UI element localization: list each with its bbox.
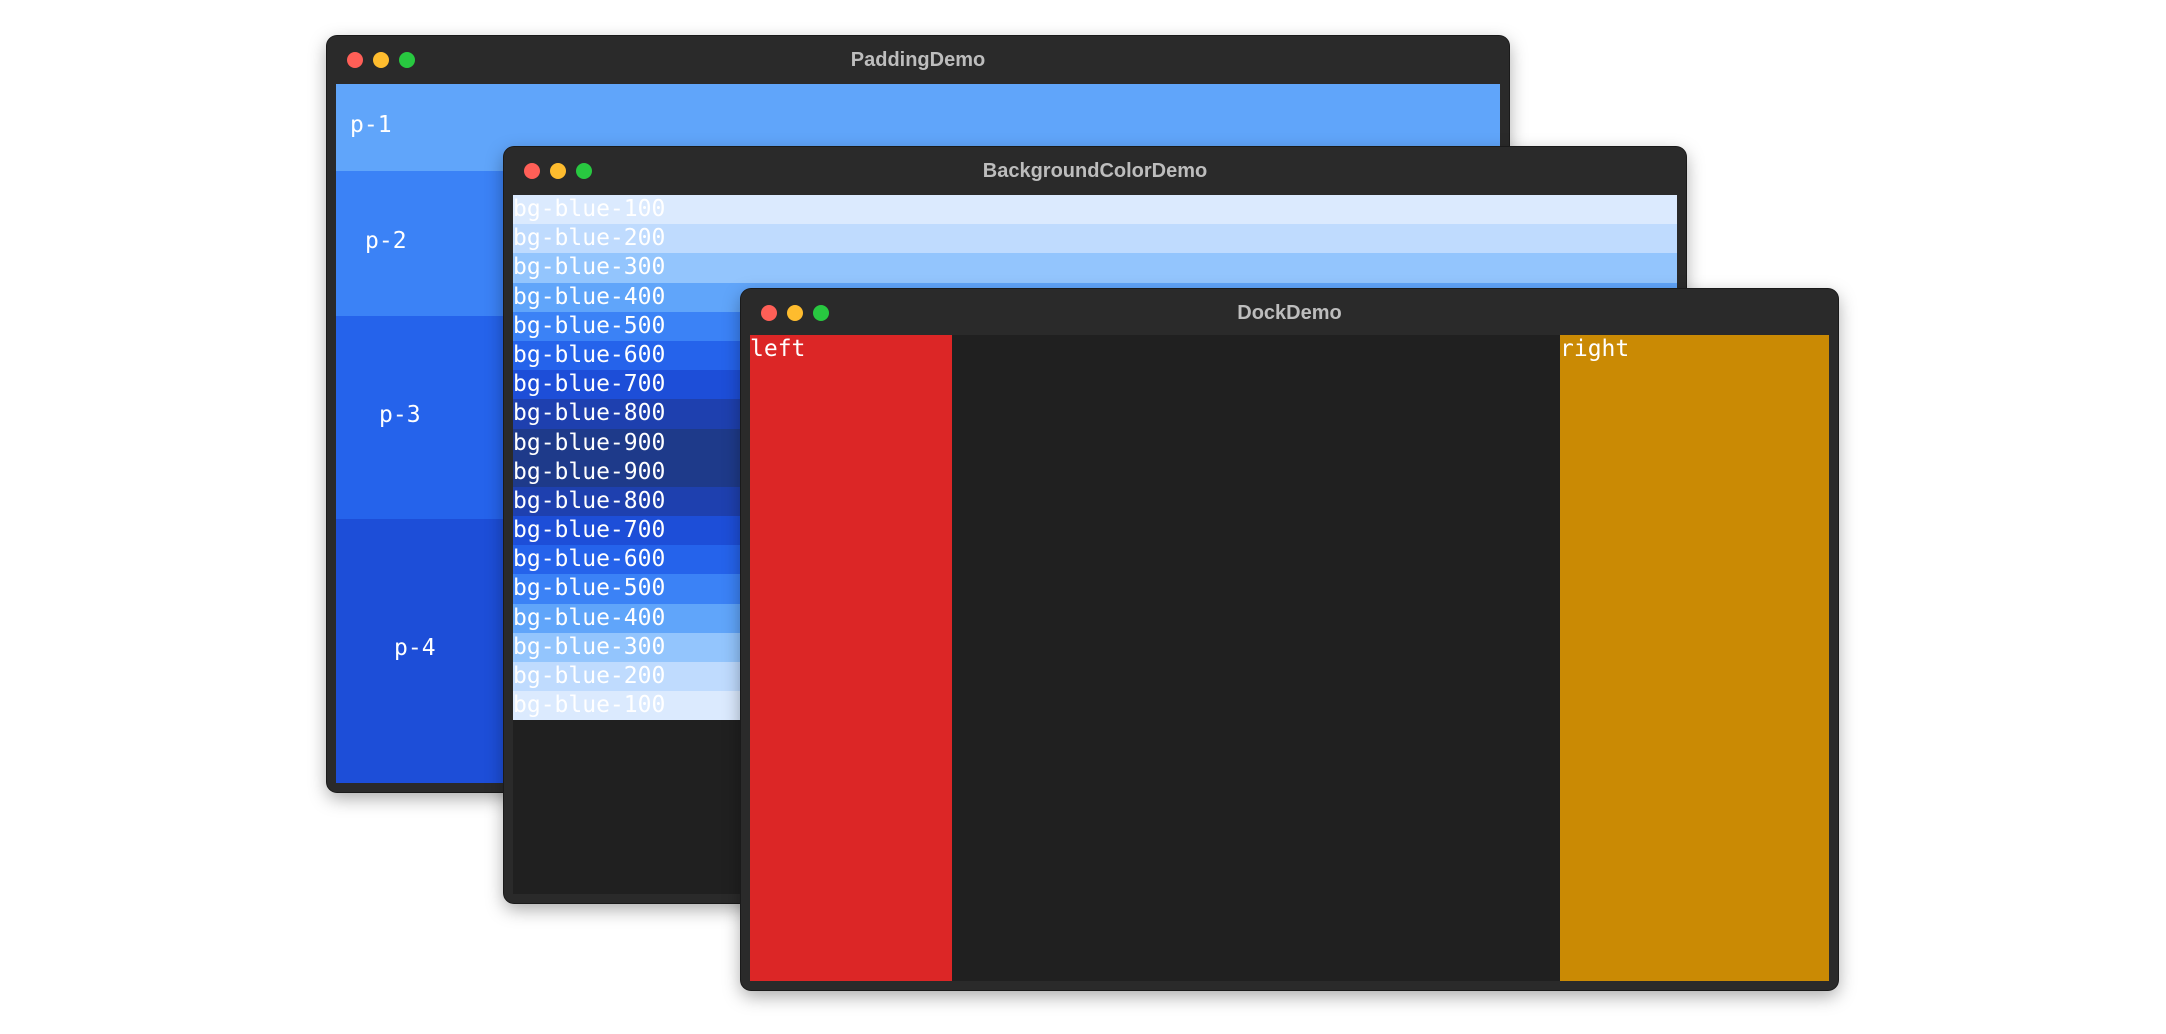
padding-label: p-4 — [394, 635, 436, 661]
background-color-demo-titlebar[interactable]: BackgroundColorDemo — [504, 147, 1686, 195]
padding-label: p-2 — [365, 228, 407, 254]
dock-left-panel: left — [750, 335, 952, 981]
color-row: bg-blue-200 — [513, 224, 1677, 254]
window-title: PaddingDemo — [850, 49, 986, 71]
window-title: BackgroundColorDemo — [982, 160, 1208, 182]
padding-demo-titlebar[interactable]: PaddingDemo — [327, 36, 1509, 84]
color-row: bg-blue-100 — [513, 195, 1677, 225]
dock-demo-window: DockDemo left right — [741, 289, 1838, 990]
dock-demo-titlebar[interactable]: DockDemo — [741, 289, 1838, 337]
dock-left-label: left — [750, 336, 806, 362]
window-title: DockDemo — [1237, 302, 1342, 324]
padding-label: p-3 — [379, 402, 421, 428]
padding-label: p-1 — [350, 112, 392, 138]
dock-right-label: right — [1560, 336, 1630, 362]
color-row: bg-blue-300 — [513, 253, 1677, 283]
dock-right-panel: right — [1560, 335, 1829, 981]
dock-demo-content: left right — [750, 335, 1829, 981]
